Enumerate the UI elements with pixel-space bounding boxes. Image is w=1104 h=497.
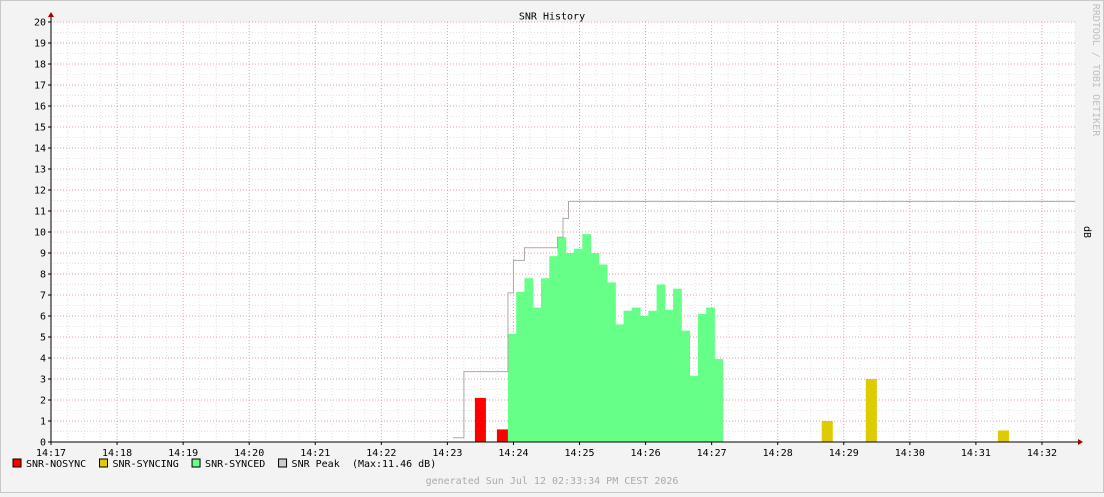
x-tick-label: 14:20	[234, 448, 264, 459]
area-step-snr-synced	[697, 313, 707, 442]
y-tick-label: 3	[40, 375, 46, 386]
area-step-snr-synced	[681, 330, 691, 442]
rrdtool-watermark: RRDTOOL / TOBI OETIKER	[1090, 4, 1101, 137]
y-tick-label: 19	[34, 39, 46, 50]
legend-swatch	[12, 458, 22, 468]
legend-swatch	[191, 458, 201, 468]
y-tick-label: 1	[40, 417, 46, 428]
y-tick-label: 13	[34, 165, 46, 176]
x-tick-label: 14:23	[432, 448, 462, 459]
legend-label: SNR-SYNCING	[113, 459, 179, 470]
area-step-snr-synced	[574, 248, 583, 442]
chart-svg: 14:17 14:18 14:19 14:20 14:21 14:22 14:23 14:24…	[0, 0, 1104, 493]
legend-label: SNR-NOSYNC	[26, 459, 86, 470]
area-step-snr-synced	[673, 288, 682, 442]
snr-history-chart: 14:17 14:18 14:19 14:20 14:21 14:22 14:23 14:24…	[0, 0, 1104, 493]
y-axis-label: dB	[1081, 226, 1092, 238]
x-tick-label: 14:27	[697, 448, 727, 459]
area-step-snr-synced	[524, 278, 534, 442]
x-tick-label: 14:22	[366, 448, 396, 459]
area-step-snr-synced	[582, 234, 592, 442]
legend-item: SNR Peak (Max:11.46 dB)	[278, 458, 436, 470]
y-tick-label: 16	[34, 102, 46, 113]
area-step-snr-synced	[598, 264, 608, 442]
area-step-snr-synced	[607, 282, 616, 442]
bar-snr-nosync	[474, 397, 486, 442]
generated-timestamp: generated Sun Jul 12 02:33:34 PM CEST 20…	[426, 476, 679, 487]
y-tick-label: 7	[40, 291, 46, 302]
legend-label: SNR-SYNCED	[205, 459, 265, 470]
x-tick-label: 14:21	[300, 448, 330, 459]
x-tick-label: 14:29	[829, 448, 859, 459]
bar-snr-syncing	[821, 421, 833, 442]
area-step-snr-synced	[631, 307, 641, 442]
area-step-snr-synced	[540, 278, 550, 442]
x-tick-label: 14:25	[564, 448, 594, 459]
y-tick-label: 12	[34, 186, 46, 197]
legend-max-value: (Max:11.46 dB)	[352, 459, 436, 470]
x-tick-label: 14:30	[895, 448, 925, 459]
x-tick-label: 14:26	[631, 448, 661, 459]
x-tick-label: 14:17	[36, 448, 66, 459]
legend-label: SNR Peak	[292, 459, 340, 470]
y-tick-label: 6	[40, 312, 46, 323]
y-tick-label: 5	[40, 333, 46, 344]
x-tick-label: 14:32	[1027, 448, 1057, 459]
area-step-snr-synced	[656, 284, 666, 442]
area-step-snr-synced	[706, 307, 715, 442]
legend: SNR-NOSYNC SNR-SYNCING SNR-SYNCED SNR Peak (…	[12, 458, 436, 470]
legend-swatch	[99, 458, 108, 468]
area-step-snr-synced	[590, 253, 600, 442]
y-tick-label: 11	[34, 207, 46, 218]
y-tick-label: 15	[34, 123, 46, 134]
y-tick-label: 9	[40, 249, 46, 260]
area-step-snr-synced	[648, 310, 658, 442]
area-step-snr-synced	[557, 237, 567, 442]
x-tick-label: 14:31	[961, 448, 991, 459]
y-tick-label: 10	[34, 228, 46, 239]
bar-snr-nosync	[496, 429, 508, 442]
area-step-snr-synced	[549, 256, 558, 442]
area-step-snr-synced	[623, 310, 633, 442]
area-step-snr-synced	[714, 359, 724, 442]
area-step-snr-synced	[640, 316, 649, 442]
y-tick-label: 20	[34, 18, 46, 29]
y-tick-label: 2	[40, 396, 46, 407]
area-step-snr-synced	[565, 253, 575, 442]
y-tick-label: 14	[34, 144, 46, 155]
x-tick-label: 14:24	[498, 448, 528, 459]
area-step-snr-synced	[507, 333, 517, 442]
x-tick-label: 14:19	[168, 448, 198, 459]
y-tick-label: 17	[34, 81, 46, 92]
chart-title: SNR History	[519, 12, 585, 23]
bar-snr-syncing	[865, 379, 877, 442]
y-tick-label: 0	[40, 438, 46, 449]
area-step-snr-synced	[664, 309, 674, 442]
y-tick-label: 18	[34, 60, 46, 71]
area-step-snr-synced	[532, 307, 542, 442]
area-step-snr-synced	[615, 324, 625, 442]
bar-snr-syncing	[997, 430, 1009, 442]
legend-swatch	[278, 458, 288, 468]
x-tick-label: 14:18	[102, 448, 132, 459]
area-step-snr-synced	[516, 291, 525, 442]
y-tick-label: 8	[40, 270, 46, 281]
area-step-snr-synced	[689, 375, 699, 442]
x-tick-label: 14:28	[763, 448, 793, 459]
y-tick-label: 4	[40, 354, 46, 365]
